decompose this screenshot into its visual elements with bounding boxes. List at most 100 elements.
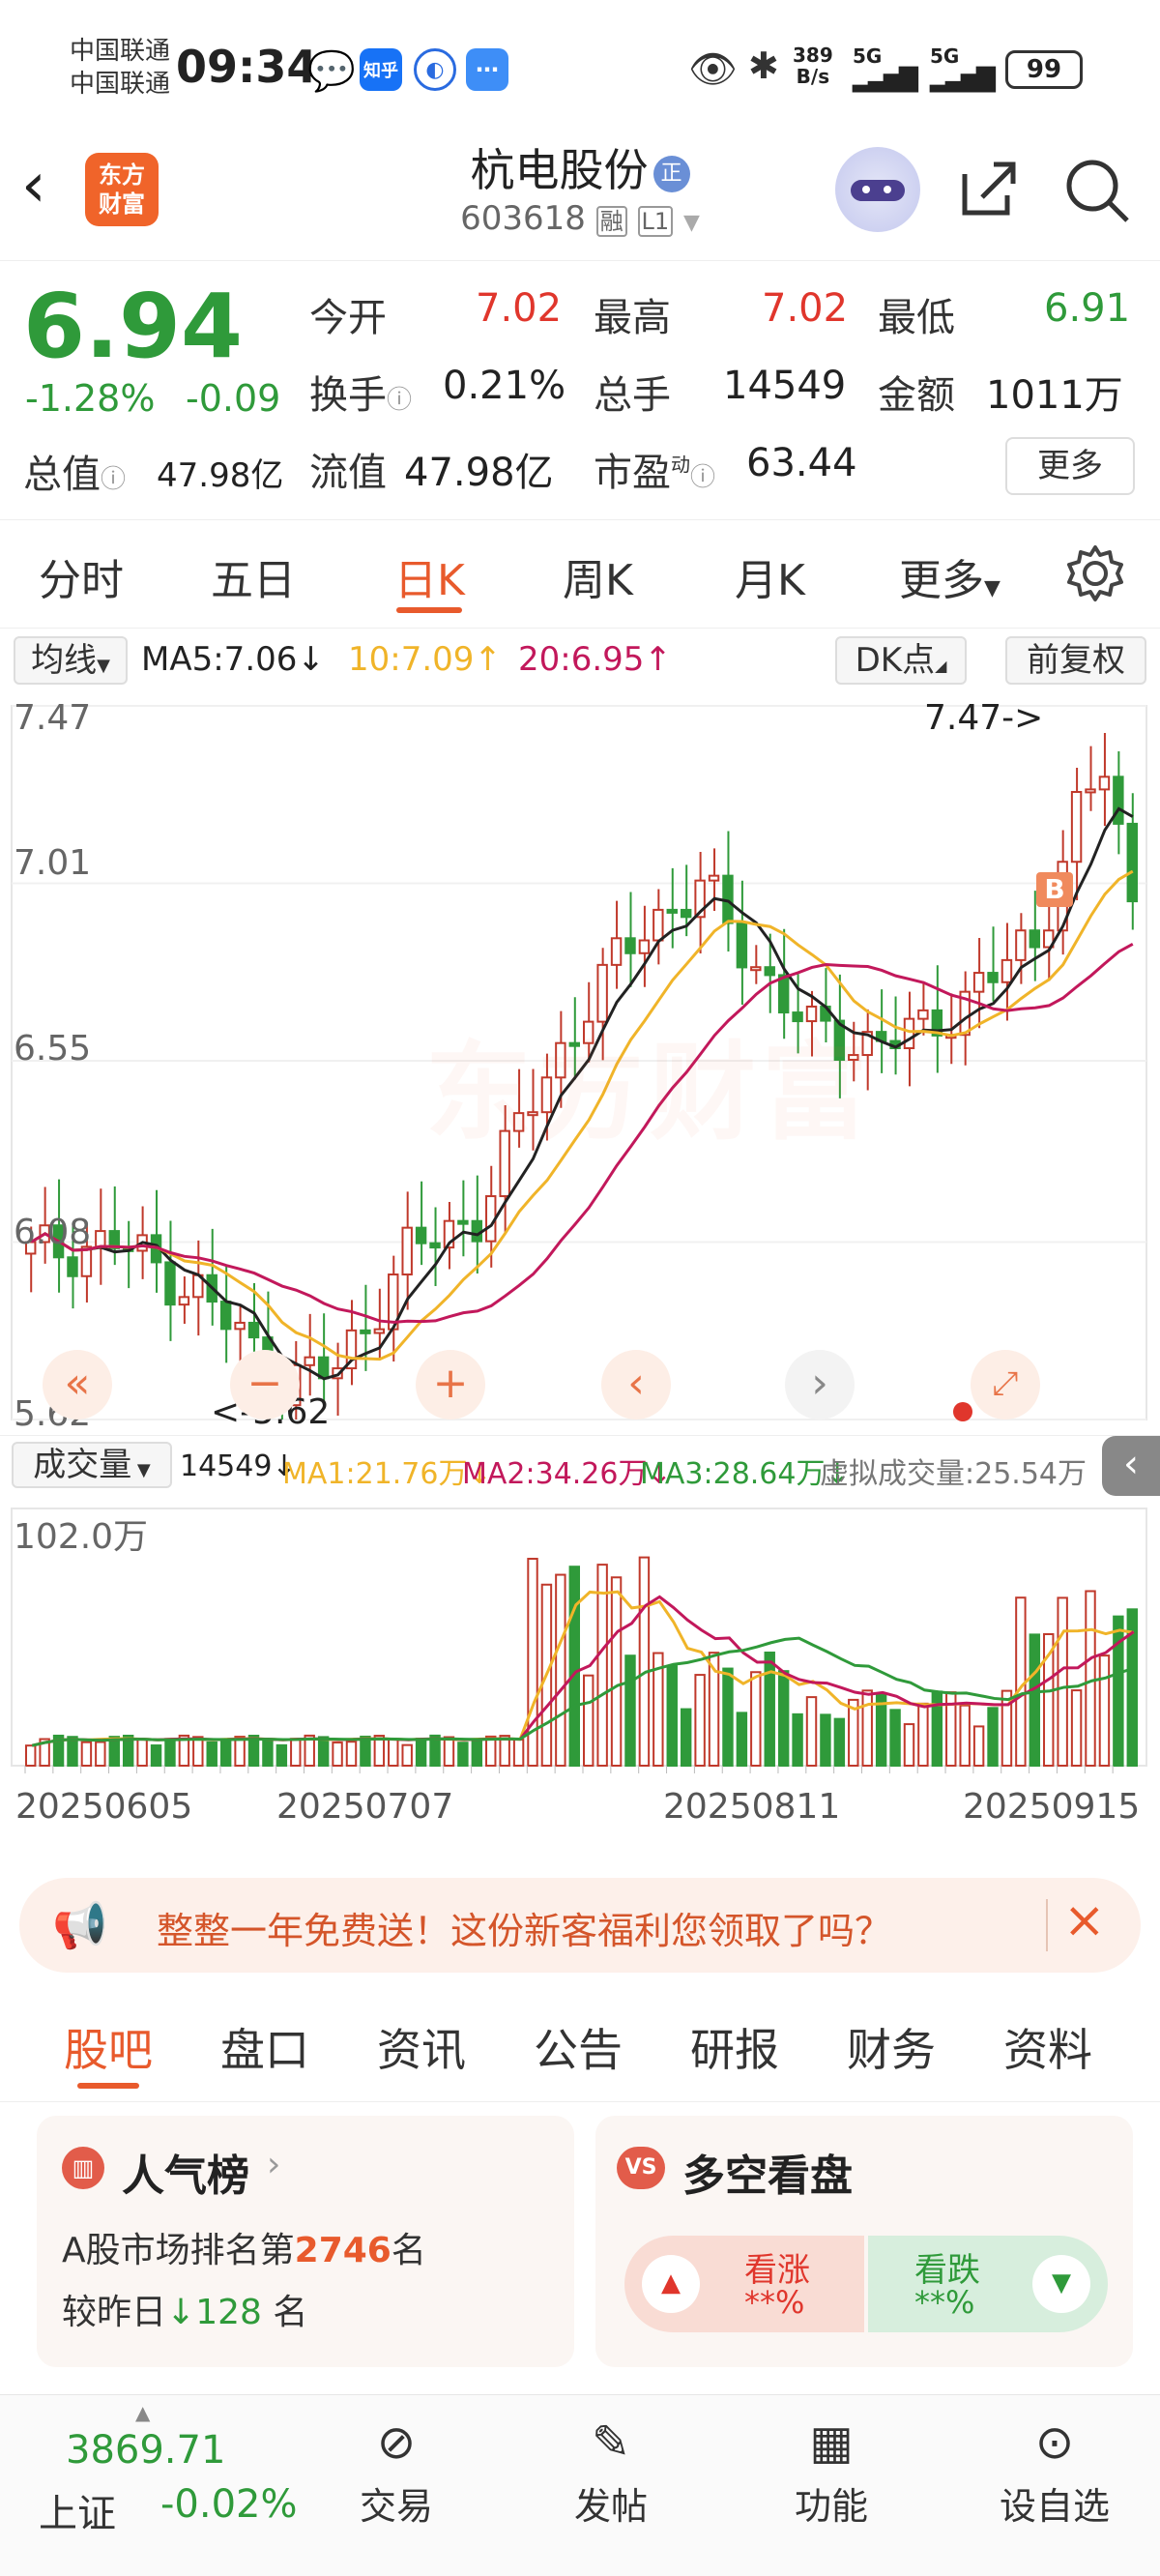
tab-news[interactable]: 资讯 (377, 2015, 466, 2079)
nav-trade[interactable]: ⊘ 交易 (338, 2409, 454, 2530)
nav-add-watchlist[interactable]: ⊙ 设自选 (982, 2409, 1127, 2530)
dk-point-button[interactable]: DK点◢ (835, 636, 967, 685)
ma-selector[interactable]: 均线▼ (14, 636, 128, 685)
carrier-2: 中国联通 (70, 70, 171, 99)
active-tab-underline (77, 2083, 139, 2089)
tab-weekly-k[interactable]: 周K (563, 545, 633, 607)
volume-bar (777, 1670, 790, 1767)
index-name[interactable]: 上证 (39, 2482, 116, 2538)
candle-body (178, 1296, 190, 1306)
tab-profile[interactable]: 资料 (1003, 2015, 1092, 2079)
content-tabs: 股吧 盘口 资讯 公告 研报 财务 资料 (0, 1996, 1160, 2102)
bear-button[interactable]: 看跌 **% ▼ (868, 2236, 1108, 2332)
candle-body (903, 1017, 915, 1050)
volume-current: 14549↓ (180, 1449, 297, 1483)
candle-body (373, 1328, 386, 1334)
net-speed: 389 B/s (793, 44, 833, 88)
high-value: 7.02 (762, 286, 849, 331)
status-bar: 中国联通 中国联通 09:34 💬 知乎 ◐ ⋯ 👁 ✱ 389 B/s 5G ▂… (0, 0, 1160, 135)
tab-monthly-k[interactable]: 月K (735, 545, 805, 607)
carrier-1: 中国联通 (70, 37, 171, 66)
candle-body (624, 937, 636, 954)
tab-more[interactable]: 更多▼ (899, 545, 1000, 607)
last-price: 6.94 (23, 275, 243, 378)
volume-bar (388, 1738, 399, 1768)
volume-max-label: 102.0万 (14, 1517, 149, 1557)
tab-five-day[interactable]: 五日 (211, 545, 296, 607)
more-button[interactable]: 更多 (1005, 437, 1135, 495)
down-arrow-icon: ▼ (1032, 2255, 1090, 2313)
candle-body (471, 1219, 483, 1243)
chevron-down-icon[interactable]: ▼ (683, 211, 700, 235)
bull-pct: **% (744, 2284, 805, 2321)
promo-banner[interactable]: 📢 整整一年免费送！这份新客福利您领取了吗？ × (19, 1878, 1141, 1973)
change-abs: -0.09 (186, 377, 281, 420)
popularity-card[interactable]: ▥ 人气榜 › A股市场排名第2746名 较昨日↓128 名 (37, 2116, 574, 2367)
side-panel-toggle-icon[interactable]: ‹ (1102, 1436, 1160, 1496)
candle-body (219, 1301, 232, 1331)
volume-label: 总手 (594, 373, 671, 418)
tab-intraday[interactable]: 分时 (39, 545, 124, 607)
volume-bar (972, 1725, 985, 1767)
volume-legend-row: 成交量 ▼ 14549↓ MA1:21.76万↓ MA2:34.26万↓ MA3… (0, 1435, 1160, 1496)
candle-body (234, 1321, 246, 1331)
volume-bar (931, 1690, 943, 1768)
robot-assistant-icon[interactable] (835, 147, 920, 232)
buy-marker[interactable]: B (1036, 872, 1073, 907)
volume-bar (164, 1738, 176, 1767)
volume-ma1: MA1:21.76万↓ (282, 1457, 492, 1491)
volume-bar (861, 1689, 873, 1767)
zoom-out-button[interactable]: − (230, 1350, 300, 1420)
volume-bar (290, 1738, 302, 1768)
index-value[interactable]: 3869.71 (66, 2428, 225, 2473)
rank-line: A股市场排名第2746名 (62, 2231, 426, 2270)
volume-bar (833, 1717, 846, 1768)
turnover-label: 换手ⓘ (309, 373, 413, 418)
index-toggle-icon[interactable]: ▲ (135, 2401, 150, 2424)
scroll-left-fast-button[interactable]: « (43, 1350, 112, 1420)
settings-gear-icon[interactable] (1065, 543, 1125, 603)
tab-announcements[interactable]: 公告 (534, 2015, 623, 2079)
badge-icon: 正 (652, 156, 690, 192)
tab-research[interactable]: 研报 (690, 2015, 779, 2079)
tab-daily-k[interactable]: 日K (394, 545, 465, 607)
adjust-button[interactable]: 前复权 (1005, 636, 1146, 685)
open-label: 今开 (309, 296, 387, 340)
close-icon[interactable]: × (1063, 1891, 1106, 1949)
volume-chart[interactable] (0, 1499, 1160, 1779)
date-label: 20250811 (663, 1787, 841, 1827)
volume-bar (1098, 1654, 1111, 1767)
scroll-left-button[interactable]: ‹ (601, 1350, 671, 1420)
volume-bar (903, 1723, 915, 1768)
scroll-right-button[interactable]: › (785, 1350, 855, 1420)
index-change[interactable]: -0.02% (160, 2482, 298, 2527)
search-icon[interactable] (1063, 157, 1131, 224)
eye-icon: 👁 (688, 47, 738, 92)
tab-financials[interactable]: 财务 (847, 2015, 936, 2079)
volume-bar (443, 1736, 455, 1767)
low-value: 6.91 (1044, 286, 1131, 331)
ma-legend-row: 均线▼ MA5:7.06↓ 10:7.09↑ 20:6.95↑ DK点◢ 前复权 (0, 634, 1160, 692)
app-icon: ◐ (414, 48, 456, 91)
volume-bar (136, 1738, 148, 1767)
price-tick: 6.55 (14, 1029, 92, 1068)
bull-button[interactable]: ▲ 看涨 **% (624, 2236, 864, 2332)
sentiment-card[interactable]: VS 多空看盘 ▲ 看涨 **% 看跌 **% ▼ (595, 2116, 1133, 2367)
candle-body (610, 937, 623, 966)
nav-functions[interactable]: ▦ 功能 (773, 2409, 889, 2530)
volume-selector[interactable]: 成交量 ▼ (12, 1442, 172, 1488)
share-icon[interactable] (957, 157, 1021, 220)
zoom-in-button[interactable]: + (416, 1350, 485, 1420)
fullscreen-icon[interactable]: ⤢ (971, 1350, 1040, 1420)
nav-post[interactable]: ✎ 发帖 (553, 2409, 669, 2530)
chevron-right-icon: › (267, 2145, 281, 2184)
volume-bar (889, 1709, 901, 1767)
high-label: 最高 (594, 296, 671, 340)
tab-order-book[interactable]: 盘口 (220, 2015, 309, 2079)
price-tick: 7.01 (14, 843, 92, 883)
stock-header: ‹ 东方 财富 杭电股份 正 603618 融 L1 ▼ (0, 135, 1160, 261)
tab-forum[interactable]: 股吧 (64, 2015, 153, 2079)
volume-bar (457, 1742, 469, 1767)
volume-bar (792, 1712, 803, 1768)
candle-body (304, 1356, 315, 1366)
